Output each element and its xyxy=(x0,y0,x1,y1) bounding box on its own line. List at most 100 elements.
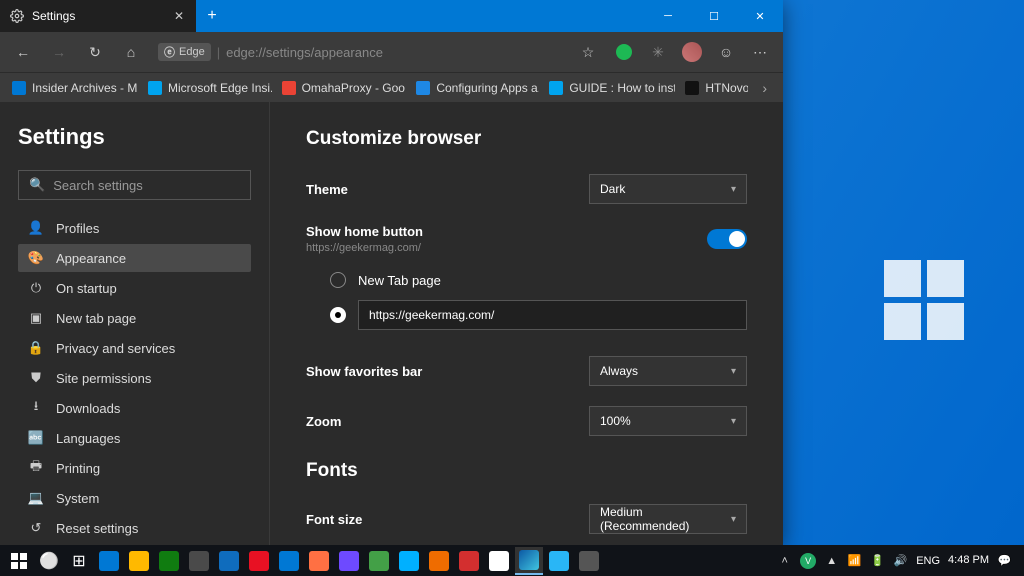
extension-icon-1[interactable] xyxy=(607,36,641,68)
bookmarks-overflow-button[interactable]: › xyxy=(752,80,777,96)
nav-downloads[interactable]: ⭳Downloads xyxy=(18,394,251,422)
taskbar-app[interactable] xyxy=(485,547,513,575)
taskbar-app[interactable] xyxy=(455,547,483,575)
settings-nav-list: 👤Profiles 🎨Appearance ⏻On startup ▣New t… xyxy=(18,214,251,545)
nav-startup[interactable]: ⏻On startup xyxy=(18,274,251,302)
tray-network-icon[interactable]: ▲ xyxy=(824,553,839,568)
taskbar-app[interactable] xyxy=(425,547,453,575)
radio-custom-url[interactable] xyxy=(330,294,747,336)
desktop-windows-logo xyxy=(884,260,964,340)
customize-browser-heading: Customize browser xyxy=(306,128,747,150)
radio-icon xyxy=(330,307,346,323)
nav-printing[interactable]: 🖶Printing xyxy=(18,454,251,482)
extension-icon-2[interactable]: ✳ xyxy=(641,36,675,68)
tab-settings[interactable]: Settings ✕ xyxy=(0,0,196,32)
home-url-input[interactable] xyxy=(358,300,747,330)
tray-clock[interactable]: 4:48 PM xyxy=(948,554,989,566)
navigation-bar: ← → ↻ ⌂ ⓔEdge | edge://settings/appearan… xyxy=(0,32,783,72)
bookmark-item[interactable]: OmahaProxy - Goo... xyxy=(276,81,407,95)
taskbar-app[interactable] xyxy=(545,547,573,575)
taskbar-app[interactable] xyxy=(365,547,393,575)
bookmark-item[interactable]: Insider Archives - M... xyxy=(6,81,138,95)
search-button[interactable]: ⚪ xyxy=(35,547,63,575)
search-settings-input[interactable]: 🔍 Search settings xyxy=(18,170,251,200)
nav-permissions[interactable]: ⛊Site permissions xyxy=(18,364,251,392)
address-bar[interactable]: ⓔEdge | edge://settings/appearance xyxy=(150,38,569,66)
profile-avatar[interactable] xyxy=(675,36,709,68)
nav-profiles[interactable]: 👤Profiles xyxy=(18,214,251,242)
nav-privacy[interactable]: 🔒Privacy and services xyxy=(18,334,251,362)
tray-notifications-icon[interactable]: 💬 xyxy=(997,553,1012,568)
taskbar-app[interactable] xyxy=(335,547,363,575)
favorites-bar-select[interactable]: Always▾ xyxy=(589,356,747,386)
bookmark-item[interactable]: GUIDE : How to inst... xyxy=(543,81,675,95)
home-button[interactable]: ⌂ xyxy=(114,36,148,68)
maximize-button[interactable]: ☐ xyxy=(691,0,737,32)
radio-newtab[interactable]: New Tab page xyxy=(330,266,747,294)
refresh-button[interactable]: ↻ xyxy=(78,36,112,68)
theme-label: Theme xyxy=(306,182,348,197)
back-button[interactable]: ← xyxy=(6,36,40,68)
radio-icon xyxy=(330,272,346,288)
fonts-heading: Fonts xyxy=(306,460,747,482)
close-window-button[interactable]: ✕ xyxy=(737,0,783,32)
bookmark-item[interactable]: Microsoft Edge Insi... xyxy=(142,81,272,95)
chevron-down-icon: ▾ xyxy=(731,416,736,427)
new-tab-button[interactable]: + xyxy=(196,0,228,32)
taskbar-app[interactable] xyxy=(305,547,333,575)
feedback-icon[interactable]: ☺ xyxy=(709,36,743,68)
titlebar: Settings ✕ + ─ ☐ ✕ xyxy=(0,0,783,32)
favorites-bar-label: Show favorites bar xyxy=(306,364,422,379)
tray-user-badge[interactable]: V xyxy=(800,553,816,569)
taskbar-app[interactable] xyxy=(185,547,213,575)
taskbar-app[interactable] xyxy=(95,547,123,575)
tab-close-button[interactable]: ✕ xyxy=(170,7,188,25)
favorite-star-icon[interactable]: ☆ xyxy=(571,36,605,68)
printer-icon: 🖶 xyxy=(28,460,44,476)
tray-battery-icon[interactable]: 🔋 xyxy=(870,553,885,568)
taskbar-app[interactable] xyxy=(275,547,303,575)
nav-system[interactable]: 💻System xyxy=(18,484,251,512)
theme-select[interactable]: Dark▾ xyxy=(589,174,747,204)
content-area: Settings 🔍 Search settings 👤Profiles 🎨Ap… xyxy=(0,102,783,545)
taskbar-app-edge[interactable] xyxy=(515,547,543,575)
taskbar-app[interactable] xyxy=(245,547,273,575)
taskbar-app[interactable] xyxy=(575,547,603,575)
nav-appearance[interactable]: 🎨Appearance xyxy=(18,244,251,272)
minimize-button[interactable]: ─ xyxy=(645,0,691,32)
task-view-button[interactable]: ⊞ xyxy=(65,547,93,575)
tray-language[interactable]: ENG xyxy=(916,555,940,567)
start-button[interactable] xyxy=(5,547,33,575)
url-text: edge://settings/appearance xyxy=(226,45,383,60)
taskbar-app[interactable] xyxy=(395,547,423,575)
permissions-icon: ⛊ xyxy=(28,370,44,386)
home-button-sub: https://geekermag.com/ xyxy=(306,242,423,254)
taskbar-app[interactable] xyxy=(125,547,153,575)
bookmarks-bar: Insider Archives - M... Microsoft Edge I… xyxy=(0,72,783,102)
forward-button[interactable]: → xyxy=(42,36,76,68)
newtab-icon: ▣ xyxy=(28,310,44,326)
tray-chevron-icon[interactable]: ˄ xyxy=(777,553,792,568)
reset-icon: ↺ xyxy=(28,520,44,536)
home-button-radio-group: New Tab page xyxy=(306,266,747,336)
theme-row: Theme Dark▾ xyxy=(306,174,747,204)
nav-reset[interactable]: ↺Reset settings xyxy=(18,514,251,542)
nav-languages[interactable]: 🔤Languages xyxy=(18,424,251,452)
bookmark-item[interactable]: HTNovo xyxy=(679,81,748,95)
zoom-row: Zoom 100%▾ xyxy=(306,406,747,436)
system-tray: ˄ V ▲ 📶 🔋 🔊 ENG 4:48 PM 💬 xyxy=(777,553,1020,569)
more-menu-button[interactable]: ⋯ xyxy=(743,36,777,68)
bookmark-item[interactable]: Configuring Apps a... xyxy=(410,81,539,95)
nav-newtab[interactable]: ▣New tab page xyxy=(18,304,251,332)
home-button-row: Show home button https://geekermag.com/ xyxy=(306,224,747,254)
font-size-label: Font size xyxy=(306,512,362,527)
taskbar-app[interactable] xyxy=(215,547,243,575)
home-button-toggle[interactable] xyxy=(707,229,747,249)
taskbar-app[interactable] xyxy=(155,547,183,575)
tray-volume-icon[interactable]: 🔊 xyxy=(893,553,908,568)
font-size-select[interactable]: Medium (Recommended)▾ xyxy=(589,504,747,534)
download-icon: ⭳ xyxy=(28,400,44,416)
zoom-select[interactable]: 100%▾ xyxy=(589,406,747,436)
search-icon: 🔍 xyxy=(29,177,45,193)
tray-wifi-icon[interactable]: 📶 xyxy=(847,553,862,568)
